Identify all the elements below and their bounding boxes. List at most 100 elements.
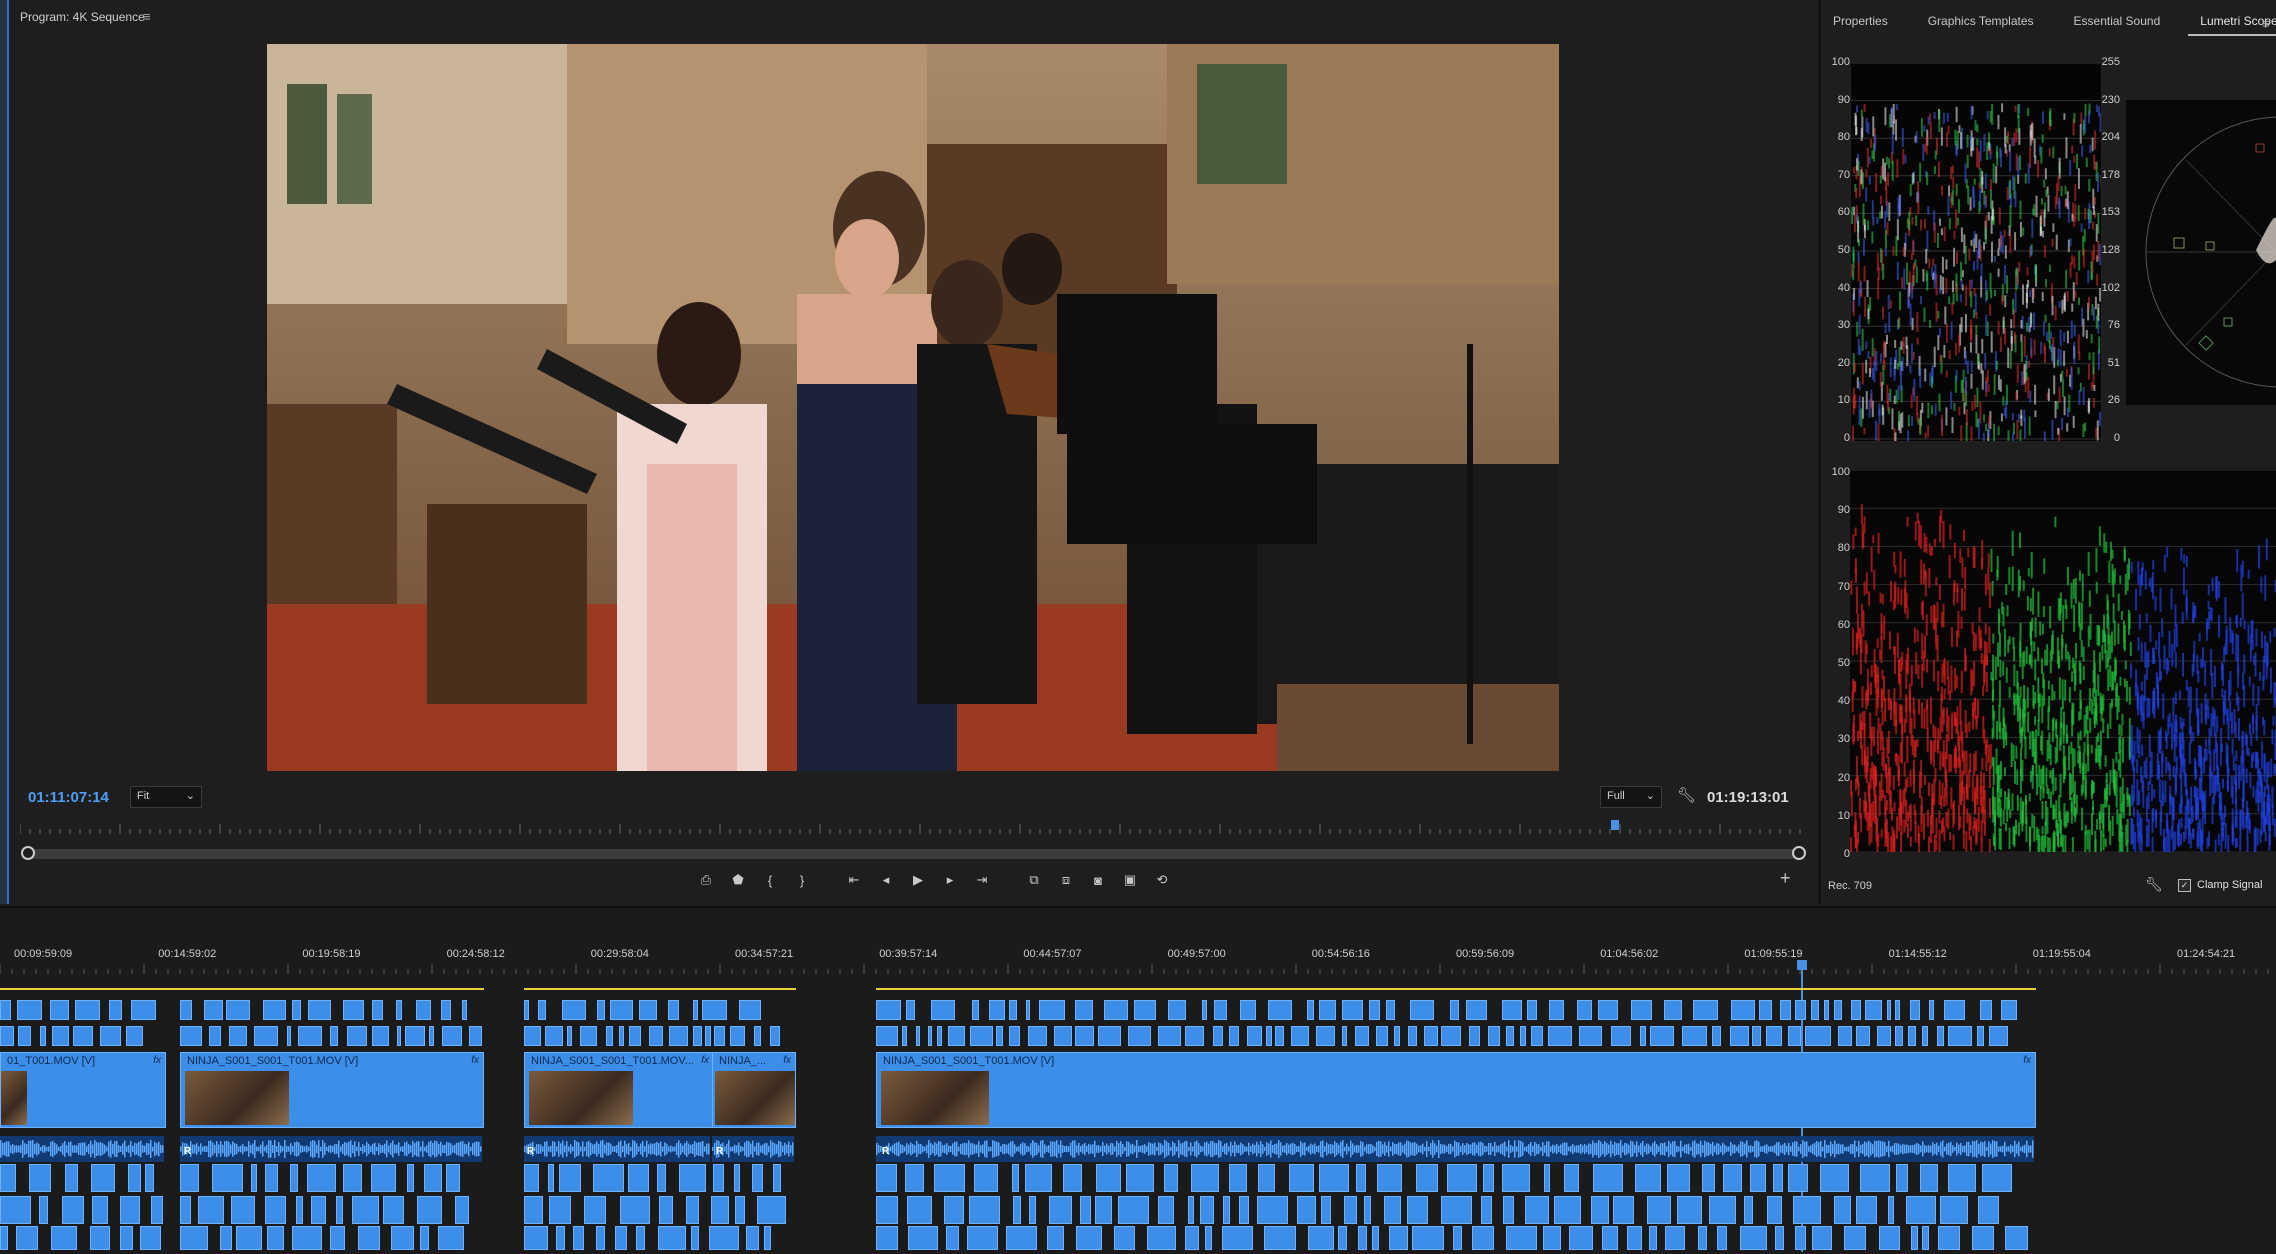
track-clip[interactable]: [524, 1000, 529, 1020]
audio-clip[interactable]: [231, 1196, 255, 1224]
track-clip[interactable]: [18, 1026, 31, 1046]
track-clip[interactable]: [1780, 1000, 1791, 1020]
audio-clip[interactable]: [1502, 1164, 1530, 1192]
track-clip[interactable]: [714, 1026, 725, 1046]
track-clip[interactable]: [754, 1026, 762, 1046]
audio-clip[interactable]: [876, 1226, 898, 1250]
track-clip[interactable]: [1342, 1026, 1347, 1046]
timeline-time-ruler[interactable]: 00:09:59:0900:14:59:0200:19:58:1900:24:5…: [0, 948, 2276, 974]
track-clip[interactable]: [1895, 1026, 1903, 1046]
track-clip[interactable]: [1977, 1026, 1983, 1046]
track-clip[interactable]: [669, 1026, 688, 1046]
audio-clip[interactable]: [1775, 1226, 1784, 1250]
audio-clip[interactable]: [120, 1196, 140, 1224]
track-clip[interactable]: [916, 1026, 920, 1046]
audio-clip[interactable]: [1188, 1196, 1194, 1224]
track-clip[interactable]: [308, 1000, 330, 1020]
audio-clip[interactable]: [1096, 1164, 1121, 1192]
track-clip[interactable]: [1865, 1000, 1883, 1020]
audio-clip[interactable]: [0, 1196, 31, 1224]
track-clip[interactable]: [1520, 1026, 1526, 1046]
track-clip[interactable]: [1386, 1000, 1395, 1020]
audio-clip[interactable]: [549, 1196, 571, 1224]
track-clip[interactable]: [131, 1000, 156, 1020]
track-clip[interactable]: [1579, 1026, 1602, 1046]
audio-clip[interactable]: [735, 1196, 745, 1224]
audio-clip[interactable]: [556, 1226, 566, 1250]
audio-clip[interactable]: [711, 1196, 729, 1224]
audio-clip[interactable]: [290, 1164, 298, 1192]
audio-clip[interactable]: [1321, 1196, 1331, 1224]
audio-clip[interactable]: [65, 1164, 78, 1192]
track-clip[interactable]: [180, 1000, 192, 1020]
audio-clip[interactable]: [1543, 1226, 1561, 1250]
track-clip[interactable]: [906, 1000, 915, 1020]
audio-clip[interactable]: [336, 1196, 342, 1224]
audio-clip[interactable]: [236, 1226, 261, 1250]
wrench-icon[interactable]: 🔧︎: [1677, 786, 1696, 804]
audio-clip[interactable]: [1114, 1226, 1135, 1250]
audio-clip[interactable]: [1856, 1196, 1878, 1224]
play-icon[interactable]: ▶: [902, 868, 934, 892]
audio-clip[interactable]: [1481, 1196, 1492, 1224]
track-clip[interactable]: [287, 1026, 292, 1046]
track-clip[interactable]: [562, 1000, 586, 1020]
track-clip[interactable]: [1664, 1000, 1682, 1020]
audio-clip[interactable]: [251, 1164, 257, 1192]
track-clip[interactable]: [109, 1000, 121, 1020]
audio-clip[interactable]: [1006, 1226, 1037, 1250]
audio-clip[interactable]: [584, 1196, 606, 1224]
audio-clip[interactable]: [1750, 1164, 1766, 1192]
audio-clip[interactable]: [1698, 1226, 1707, 1250]
track-clip[interactable]: [1766, 1026, 1782, 1046]
track-clip[interactable]: [1948, 1026, 1972, 1046]
track-clip[interactable]: [226, 1000, 250, 1020]
comparison-view-icon[interactable]: ▣: [1114, 868, 1146, 892]
zoom-scroll-bar[interactable]: [26, 849, 1800, 859]
audio-clip[interactable]: [1665, 1226, 1685, 1250]
track-clip[interactable]: [1266, 1026, 1272, 1046]
audio-clip[interactable]: [908, 1226, 937, 1250]
track-clip[interactable]: [1824, 1000, 1830, 1020]
track-clip[interactable]: [330, 1026, 338, 1046]
track-clip[interactable]: [1202, 1000, 1207, 1020]
audio-clip[interactable]: [1372, 1226, 1378, 1250]
tab-graphics-templates[interactable]: Graphics Templates: [1900, 14, 2046, 36]
audio-clip[interactable]: [265, 1196, 287, 1224]
audio-clip[interactable]: [1356, 1164, 1366, 1192]
audio-clip[interactable]: [198, 1196, 223, 1224]
track-clip[interactable]: [1410, 1000, 1433, 1020]
video-clip[interactable]: NINJA_S001_S001_T001.MOV [V] fx: [876, 1052, 2036, 1128]
track-clip[interactable]: [1307, 1000, 1315, 1020]
audio-clip[interactable]: [1635, 1164, 1661, 1192]
mark-in-icon[interactable]: {: [754, 868, 786, 892]
track-clip[interactable]: [1054, 1026, 1072, 1046]
track-clip[interactable]: [705, 1026, 710, 1046]
track-clip[interactable]: [1319, 1000, 1336, 1020]
video-clip[interactable]: NINJA_S001_S001_T001.MOV... fx: [524, 1052, 714, 1128]
track-clip[interactable]: [1640, 1026, 1646, 1046]
audio-clip[interactable]: [1095, 1196, 1112, 1224]
track-clip[interactable]: [1712, 1026, 1721, 1046]
track-clip[interactable]: [1009, 1000, 1017, 1020]
video-clip[interactable]: NINJA_S001_S001_T001.MOV [V] fx: [180, 1052, 484, 1128]
track-clip[interactable]: [668, 1000, 679, 1020]
audio-clip[interactable]: [773, 1164, 781, 1192]
audio-clip[interactable]: [1667, 1164, 1690, 1192]
audio-clip[interactable]: [1483, 1164, 1493, 1192]
audio-clip[interactable]: [1416, 1164, 1438, 1192]
audio-clip[interactable]: [212, 1164, 242, 1192]
track-clip[interactable]: [1805, 1026, 1831, 1046]
audio-clip[interactable]: [1593, 1164, 1624, 1192]
audio-clip[interactable]: [424, 1164, 442, 1192]
track-clip[interactable]: [1214, 1000, 1228, 1020]
audio-clip[interactable]: [1205, 1226, 1212, 1250]
track-clip[interactable]: [1506, 1026, 1514, 1046]
track-clip[interactable]: [405, 1026, 425, 1046]
track-clip[interactable]: [1851, 1000, 1861, 1020]
audio-clip[interactable]: [1503, 1196, 1514, 1224]
audio-clip[interactable]: [311, 1196, 326, 1224]
track-clip[interactable]: [639, 1000, 657, 1020]
track-clip[interactable]: [372, 1000, 383, 1020]
audio-clip[interactable]: [265, 1164, 278, 1192]
